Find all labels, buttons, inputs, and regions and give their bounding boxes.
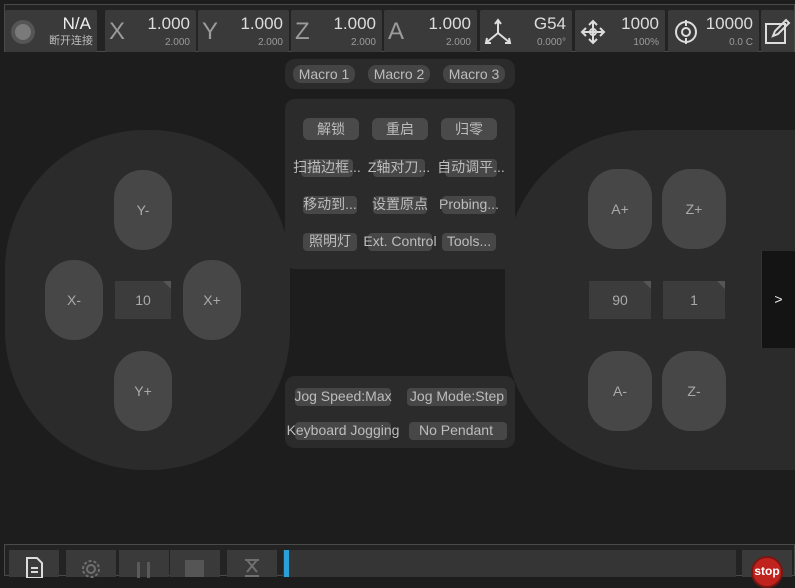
edit-icon: [763, 18, 791, 51]
macro-3-button[interactable]: Macro 3: [443, 65, 505, 83]
jog-a-plus-button[interactable]: A+: [588, 169, 652, 249]
wcs-value: G54: [533, 14, 566, 33]
status-bar: N/A 断开连接 X 1.000 2.000 Y 1.000 2.000 Z 1…: [4, 4, 795, 52]
probing-button[interactable]: Probing...: [432, 194, 506, 214]
axis-y-readout[interactable]: Y 1.000 2.000: [198, 10, 289, 52]
axis-x-sub: 2.000: [164, 37, 190, 48]
keyboard-jogging-toggle[interactable]: Keyboard Jogging: [283, 420, 403, 440]
axis-x-value: 1.000: [147, 14, 190, 33]
axis-z-sub: 2.000: [350, 37, 376, 48]
stop-job-button[interactable]: [170, 550, 220, 577]
xy-jog-pad: Y- X- X+ Y+ 10: [5, 130, 290, 470]
square-stop-icon: [185, 560, 204, 577]
xy-step-input[interactable]: 10: [115, 281, 171, 319]
jog-x-plus-button[interactable]: X+: [183, 260, 241, 340]
side-panel-toggle[interactable]: >: [761, 251, 795, 348]
spindle-readout[interactable]: 10000 0.0 C: [668, 10, 759, 52]
auto-level-label: 自动调平...: [437, 159, 505, 175]
stop-icon: stop: [751, 556, 783, 588]
auto-level-button[interactable]: 自动调平...: [435, 157, 507, 177]
pendant-select[interactable]: No Pendant: [405, 420, 507, 440]
spindle-sub: 0.0 C: [729, 37, 753, 48]
settings-button[interactable]: [66, 550, 116, 578]
wcs-sub: 0.000°: [536, 37, 566, 48]
axis-x-readout[interactable]: X 1.000 2.000: [105, 10, 196, 52]
move-to-button[interactable]: 移动到...: [293, 194, 367, 214]
jog-y-minus-button[interactable]: Y-: [114, 170, 172, 250]
light-button[interactable]: 照明灯: [293, 231, 367, 251]
a-step-input[interactable]: 90: [589, 281, 651, 319]
edit-button[interactable]: [761, 10, 794, 52]
ext-control-label: Ext. Control: [363, 233, 437, 249]
tools-button[interactable]: Tools...: [432, 231, 506, 251]
jog-mode-select[interactable]: Jog Mode:Step: [401, 386, 513, 406]
az-jog-pad: A+ Z+ 90 1 A- Z-: [505, 130, 795, 470]
jog-z-plus-button[interactable]: Z+: [662, 169, 726, 249]
move-to-label: 移动到...: [303, 196, 357, 212]
jog-settings-panel: Jog Speed:Max Jog Mode:Step Keyboard Jog…: [285, 376, 515, 448]
z-probe-button[interactable]: Z轴对刀...: [363, 157, 435, 177]
feed-value: 1000: [621, 14, 659, 33]
jog-y-plus-button[interactable]: Y+: [114, 351, 172, 431]
scan-frame-label: 扫描边框...: [293, 159, 361, 175]
set-origin-button[interactable]: 设置原点: [363, 194, 437, 214]
macro-1-button[interactable]: Macro 1: [293, 65, 355, 83]
probing-label: Probing...: [439, 196, 499, 212]
jog-speed-label: Jog Speed:Max: [294, 388, 392, 404]
axis-a-sub: 2.000: [445, 37, 471, 48]
axis-z-readout[interactable]: Z 1.000 2.000: [291, 10, 382, 52]
z-step-input[interactable]: 1: [663, 281, 725, 319]
jog-z-minus-button[interactable]: Z-: [662, 351, 726, 431]
bottom-toolbar: stop: [4, 544, 795, 588]
feed-sub: 100%: [633, 37, 659, 48]
axis-y-sub: 2.000: [257, 37, 283, 48]
set-origin-label: 设置原点: [372, 196, 428, 212]
macro-2-button[interactable]: Macro 2: [368, 65, 430, 83]
unlock-button[interactable]: 解锁: [303, 118, 359, 140]
axis-y-value: 1.000: [240, 14, 283, 33]
spindle-icon: [672, 18, 700, 46]
axis-z-value: 1.000: [333, 14, 376, 33]
move-arrows-icon: [579, 18, 607, 46]
progress-indicator: [284, 550, 289, 577]
pause-icon: [136, 560, 152, 583]
timer-button[interactable]: [227, 550, 277, 577]
axis-x-letter: X: [109, 18, 126, 45]
gear-icon: [80, 556, 102, 583]
ext-control-button[interactable]: Ext. Control: [358, 231, 442, 251]
wcs-readout[interactable]: G54 0.000°: [480, 10, 572, 52]
jog-speed-select[interactable]: Jog Speed:Max: [287, 386, 399, 406]
spindle-value: 10000: [705, 14, 753, 33]
pause-button[interactable]: [119, 550, 169, 578]
z-probe-label: Z轴对刀...: [367, 159, 431, 175]
scan-frame-button[interactable]: 扫描边框...: [291, 157, 363, 177]
jog-mode-label: Jog Mode:Step: [409, 388, 505, 404]
axis-a-readout[interactable]: A 1.000 2.000: [384, 10, 477, 52]
hourglass-icon: [243, 558, 261, 583]
keyboard-jogging-label: Keyboard Jogging: [286, 422, 400, 438]
power-icon: [9, 18, 37, 46]
connection-title: N/A: [62, 14, 91, 33]
axis-y-letter: Y: [202, 18, 219, 45]
macro-bar: Macro 1 Macro 2 Macro 3: [285, 59, 515, 89]
pendant-label: No Pendant: [419, 422, 493, 438]
console-progress-area[interactable]: [283, 550, 736, 577]
open-file-button[interactable]: [9, 550, 59, 579]
axis-a-letter: A: [388, 18, 405, 45]
tools-label: Tools...: [446, 233, 492, 249]
axis-z-letter: Z: [295, 18, 310, 45]
home-button[interactable]: 归零: [441, 118, 497, 140]
axis-a-value: 1.000: [428, 14, 471, 33]
actions-panel: 解锁 重启 归零 扫描边框... Z轴对刀... 自动调平... 移动到... …: [285, 99, 515, 269]
file-icon: [23, 556, 45, 583]
feed-readout[interactable]: 1000 100%: [575, 10, 665, 52]
jog-x-minus-button[interactable]: X-: [45, 260, 103, 340]
jog-a-minus-button[interactable]: A-: [588, 351, 652, 431]
emergency-stop-button[interactable]: stop: [742, 550, 792, 588]
connection-status[interactable]: N/A 断开连接: [5, 10, 97, 52]
light-label: 照明灯: [309, 233, 351, 249]
coordinate-axes-icon: [484, 18, 512, 46]
reset-button[interactable]: 重启: [372, 118, 428, 140]
connection-state: 断开连接: [49, 35, 93, 47]
